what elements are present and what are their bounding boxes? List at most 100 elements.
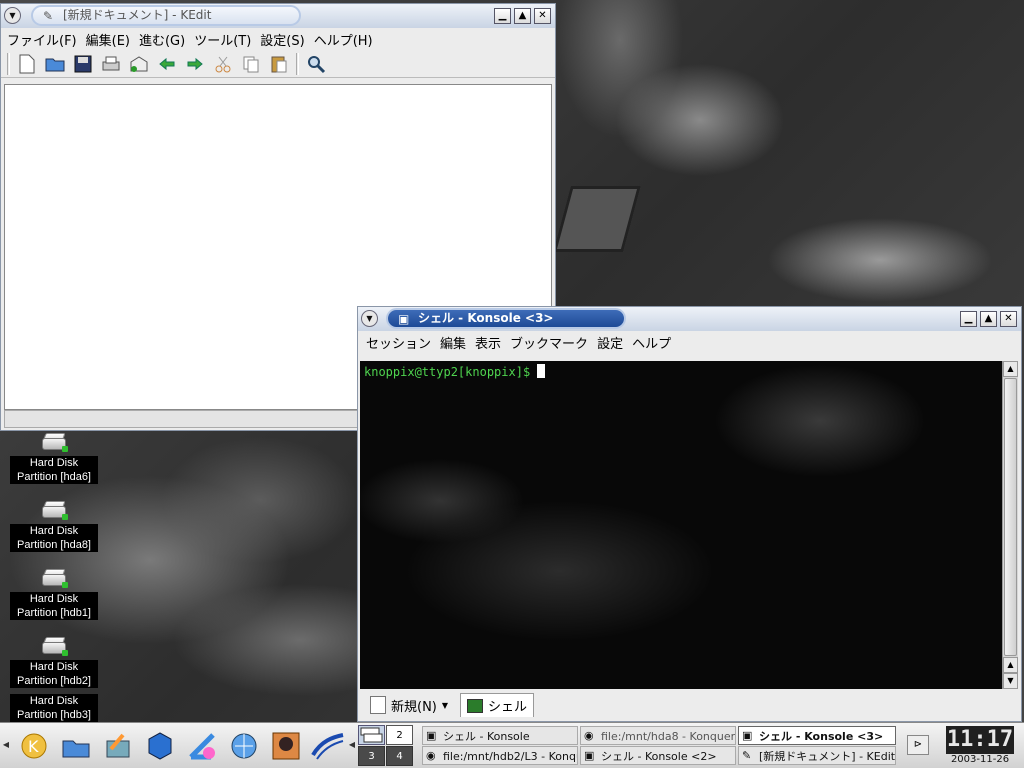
minimize-button[interactable]: ▁ — [960, 311, 977, 327]
menu-file[interactable]: ファイル(F) — [7, 30, 77, 49]
session-tab-label: シェル — [488, 700, 528, 715]
copy-icon[interactable] — [240, 53, 262, 75]
terminal-icon: ▣ — [742, 729, 753, 742]
desktop-icon-hda6[interactable]: Hard Disk Partition [hda6] — [10, 432, 98, 484]
panel-hide-button[interactable]: ◀ — [2, 725, 10, 765]
new-session-button[interactable]: 新規(N) ▼ — [364, 693, 454, 717]
pager-desktop-4[interactable]: 4 — [386, 746, 413, 766]
task-konsole-3[interactable]: ▣ シェル - Konsole <3> — [738, 726, 896, 745]
task-kedit[interactable]: ✎ [新規ドキュメント] - KEdit — [738, 746, 896, 765]
redo-icon[interactable] — [184, 53, 206, 75]
close-button[interactable]: ✕ — [1000, 311, 1017, 327]
konsole-app-icon: ▣ — [398, 312, 410, 326]
terminal-icon: ▣ — [426, 729, 437, 742]
menu-help[interactable]: ヘルプ — [632, 333, 671, 352]
kwrite-icon[interactable] — [142, 727, 178, 765]
menu-edit[interactable]: 編集(E) — [86, 30, 130, 49]
icon-label-line1: Hard Disk — [29, 661, 79, 673]
task-konqueror-hda8[interactable]: ◉ file:/mnt/hda8 - Konqueror — [580, 726, 736, 745]
kedit-toolbar — [1, 50, 555, 78]
menu-bookmarks[interactable]: ブックマーク — [510, 333, 588, 352]
icon-label-line2: Partition [hda6] — [17, 471, 91, 483]
clock[interactable]: 11:17 2003-11-26 — [940, 724, 1020, 768]
window-title: ✎ [新規ドキュメント] - KEdit — [31, 5, 301, 26]
menu-tools[interactable]: ツール(T) — [194, 30, 251, 49]
shell-icon[interactable] — [184, 727, 220, 765]
open-icon[interactable] — [44, 53, 66, 75]
minimize-button[interactable]: ▁ — [494, 8, 511, 24]
hard-disk-icon — [40, 636, 68, 658]
desktop-icon-hdb1[interactable]: Hard Disk Partition [hdb1] — [10, 568, 98, 620]
system-tray-button[interactable]: ⊳ — [907, 735, 929, 755]
terminal-icon — [467, 698, 484, 713]
gimp-icon[interactable] — [268, 727, 304, 765]
icon-label-line1: Hard Disk — [29, 593, 79, 605]
maximize-button[interactable]: ▲ — [514, 8, 531, 24]
kmenu-icon[interactable]: K — [16, 727, 52, 765]
kedit-title-text: [新規ドキュメント] - KEdit — [63, 8, 212, 22]
icon-label-line1: Hard Disk — [29, 525, 79, 537]
openoffice-icon[interactable] — [310, 727, 346, 765]
menu-help[interactable]: ヘルプ(H) — [314, 30, 373, 49]
scroll-up-arrow[interactable]: ▲ — [1003, 361, 1018, 377]
menu-settings[interactable]: 設定 — [597, 333, 623, 352]
kedit-titlebar[interactable]: ▼ ✎ [新規ドキュメント] - KEdit ▁ ▲ ✕ — [1, 4, 555, 28]
print-icon[interactable] — [100, 53, 122, 75]
desktop-icon-hdb2[interactable]: Hard Disk Partition [hdb2] — [10, 636, 98, 688]
konqueror-icon: ◉ — [426, 749, 436, 762]
task-label: シェル - Konsole <2> — [601, 750, 717, 763]
shell-prompt: knoppix@ttyp2[knoppix]$ — [364, 365, 538, 379]
kedit-app-icon: ✎ — [43, 9, 54, 23]
window-menu-button[interactable]: ▼ — [4, 7, 21, 24]
pager-desktop-1[interactable]: 1 — [358, 725, 385, 745]
scroll-down-arrow[interactable]: ▼ — [1003, 673, 1018, 689]
task-konqueror-hdb2[interactable]: ◉ file:/mnt/hdb2/L3 - Konqueror — [422, 746, 578, 765]
konsole-title-text: シェル - Konsole <3> — [418, 311, 554, 325]
scrollbar-thumb[interactable] — [1004, 378, 1017, 656]
kedit-menubar: ファイル(F) 編集(E) 進む(G) ツール(T) 設定(S) ヘルプ(H) — [1, 28, 555, 50]
terminal-cursor — [537, 364, 546, 378]
konsole-titlebar[interactable]: ▼ ▣ シェル - Konsole <3> ▁ ▲ ✕ — [358, 307, 1021, 331]
konqueror-icon[interactable] — [226, 727, 262, 765]
mail-icon[interactable] — [128, 53, 150, 75]
new-icon[interactable] — [16, 53, 38, 75]
svg-text:K: K — [28, 737, 39, 756]
control-center-icon[interactable] — [100, 727, 136, 765]
terminal-area[interactable]: knoppix@ttyp2[knoppix]$ — [360, 361, 1002, 689]
find-icon[interactable] — [305, 53, 327, 75]
menu-view[interactable]: 表示 — [475, 333, 501, 352]
maximize-button[interactable]: ▲ — [980, 311, 997, 327]
pager-desktop-3[interactable]: 3 — [358, 746, 385, 766]
hard-disk-icon — [40, 568, 68, 590]
panel-arrow[interactable]: ◀ — [348, 725, 356, 765]
pager-desktop-2[interactable]: 2 — [386, 725, 413, 745]
home-icon[interactable] — [58, 727, 94, 765]
task-konsole-2[interactable]: ▣ シェル - Konsole <2> — [580, 746, 736, 765]
terminal-icon: ▣ — [584, 749, 595, 762]
menu-settings[interactable]: 設定(S) — [260, 30, 304, 49]
session-tab-shell[interactable]: シェル — [460, 693, 535, 717]
new-session-label: 新規(N) — [391, 699, 437, 715]
terminal-scrollbar[interactable]: ▲ ▲ ▼ — [1002, 361, 1018, 689]
desktop-icon-hda8[interactable]: Hard Disk Partition [hda8] — [10, 500, 98, 552]
session-tabbar: 新規(N) ▼ シェル — [360, 691, 1018, 719]
scroll-up-arrow-bottom[interactable]: ▲ — [1003, 657, 1018, 673]
desktop-icon-hdb3[interactable]: Hard Disk Partition [hdb3] — [10, 694, 98, 722]
task-konsole[interactable]: ▣ シェル - Konsole — [422, 726, 578, 745]
desktop-pager: 1 2 3 4 — [358, 725, 414, 767]
task-list: ▣ シェル - Konsole ◉ file:/mnt/hda8 - Konquer… — [422, 725, 902, 767]
cut-icon[interactable] — [212, 53, 234, 75]
task-label: シェル - Konsole — [443, 730, 530, 743]
wallpaper-shape — [553, 186, 641, 252]
menu-go[interactable]: 進む(G) — [139, 30, 185, 49]
window-menu-button[interactable]: ▼ — [361, 310, 378, 327]
toolbar-handle[interactable] — [7, 52, 10, 75]
task-label: [新規ドキュメント] - KEdit — [759, 750, 896, 763]
menu-session[interactable]: セッション — [366, 333, 431, 352]
save-icon[interactable] — [72, 53, 94, 75]
close-button[interactable]: ✕ — [534, 8, 551, 24]
menu-edit[interactable]: 編集 — [440, 333, 466, 352]
icon-label-line1: Hard Disk — [29, 457, 79, 469]
undo-icon[interactable] — [156, 53, 178, 75]
paste-icon[interactable] — [268, 53, 290, 75]
